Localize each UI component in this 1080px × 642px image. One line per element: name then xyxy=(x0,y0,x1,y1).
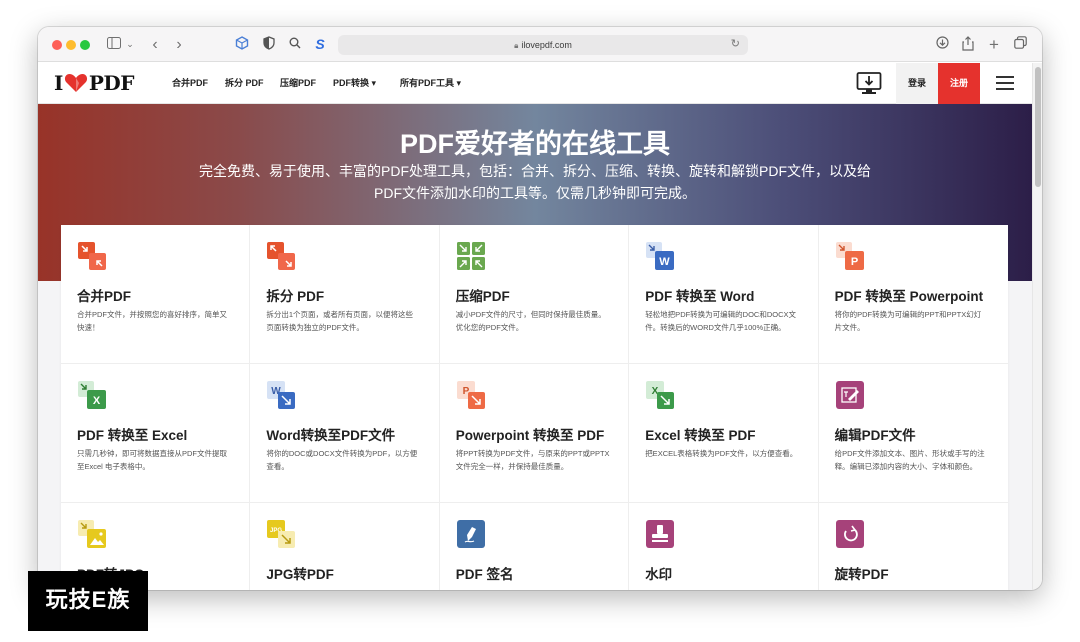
tool-card[interactable]: X Excel 转换至 PDF 把EXCEL表格转换为PDF文件，以方便查看。 xyxy=(629,364,819,503)
tool-description: 将你的DOC或DOCX文件转换为PDF，以方便查看。 xyxy=(266,449,418,471)
nav-merge-pdf[interactable]: 合并PDF xyxy=(172,63,208,104)
nav-split-pdf[interactable]: 拆分 PDF xyxy=(225,63,264,104)
tool-description: 把EXCEL表格转换为PDF文件，以方便查看。 xyxy=(645,449,798,458)
powerpoint-to-pdf-icon: P xyxy=(456,380,486,410)
tool-card[interactable]: 合并PDF 合并PDF文件，并按照您的喜好排序，简单又快速！ xyxy=(61,225,251,364)
menu-icon[interactable] xyxy=(996,76,1014,90)
word-to-pdf-icon: W xyxy=(266,380,296,410)
heart-icon xyxy=(64,74,87,92)
tool-card[interactable]: X PDF 转换至 Excel 只需几秒钟，即可将数据直接从PDF文件提取至Exce… xyxy=(61,364,251,503)
minimize-window-button[interactable] xyxy=(66,40,76,50)
excel-to-pdf-icon: X xyxy=(645,380,675,410)
share-icon[interactable] xyxy=(960,36,976,53)
nav-all-tools[interactable]: 所有PDF工具 ▾ xyxy=(400,63,461,104)
nav-compress-pdf[interactable]: 压缩PDF xyxy=(280,63,316,104)
tool-title: JPG转PDF xyxy=(266,567,334,582)
split-icon xyxy=(266,241,296,271)
chevron-down-icon[interactable]: ⌄ xyxy=(125,36,135,53)
merge-icon xyxy=(77,241,107,271)
tool-card[interactable]: P Powerpoint 转换至 PDF 将PPT转换为PDF文件，与原来的PPT或… xyxy=(439,364,630,503)
svg-text:P: P xyxy=(850,256,857,268)
tool-description: 轻松地把PDF转换为可编辑的DOC和DOCX文件。转换后的WORD文件几乎100… xyxy=(645,310,797,332)
tool-title: Powerpoint 转换至 PDF xyxy=(455,428,605,443)
nav-convert-pdf[interactable]: PDF转换 ▾ xyxy=(333,63,376,104)
address-bar[interactable]: 🔒︎ ilovepdf.com ↻ xyxy=(338,35,748,55)
browser-window: ⌄ ‹ › S 🔒︎ ilovepdf.com ↻ + I PDF 合并PDF … xyxy=(38,27,1042,590)
pdf-to-excel-icon: X xyxy=(77,380,107,410)
download-icon[interactable] xyxy=(934,36,950,53)
search-icon[interactable] xyxy=(287,36,303,53)
caret-down-icon: ▾ xyxy=(456,78,462,88)
pdf-to-powerpoint-icon: P xyxy=(835,241,865,271)
tool-card[interactable]: JPG JPG转PDF xyxy=(250,503,440,590)
close-window-button[interactable] xyxy=(52,40,62,50)
signup-button[interactable]: 注册 xyxy=(938,63,980,104)
url-text: ilovepdf.com xyxy=(521,40,572,50)
tool-card[interactable]: P PDF 转换至 Powerpoint 将你的PDF转换为可编辑的PPT和PPTX… xyxy=(818,225,1008,364)
extension-icon[interactable] xyxy=(234,36,250,53)
hero-title: PDF爱好者的在线工具 xyxy=(400,129,670,159)
watermark-icon xyxy=(645,519,675,549)
pdf-to-word-icon: W xyxy=(645,241,675,271)
tool-title: 编辑PDF文件 xyxy=(834,428,916,443)
watermark-logo: 玩技E族 xyxy=(28,571,148,631)
browser-toolbar: ⌄ ‹ › S 🔒︎ ilovepdf.com ↻ + xyxy=(38,27,1042,62)
tool-description: 将PPT转换为PDF文件，与原来的PPT或PPTX文件完全一样，并保持最佳质量。 xyxy=(455,449,610,471)
tool-title: 拆分 PDF xyxy=(266,289,325,304)
tool-card[interactable]: W Word转换至PDF文件将你的DOC或DOCX文件转换为PDF，以方便查看。 xyxy=(250,364,440,503)
tool-description: 拆分出1个页面，或者所有页面，以便将这些页面转换为独立的PDF文件。 xyxy=(266,310,414,332)
tool-description: 将你的PDF转换为可编辑的PPT和PPTX幻灯片文件。 xyxy=(834,310,982,332)
tool-description: 只需几秒钟，即可将数据直接从PDF文件提取至Excel 电子表格中。 xyxy=(77,449,227,471)
tool-description: 减小PDF文件的尺寸，但同时保持最佳质量。优化您的PDF文件。 xyxy=(455,310,606,332)
tool-title: Excel 转换至 PDF xyxy=(645,428,756,443)
site-header: I PDF 合并PDF 拆分 PDF 压缩PDF PDF转换 ▾ 所有PDF工具… xyxy=(38,63,1032,104)
tool-description: 给PDF文件添加文本、图片、形状或手写的注释。编辑已添加内容的大小、字体和颜色。 xyxy=(834,449,985,471)
sidebar-icon[interactable] xyxy=(106,36,122,53)
sign-pdf-icon xyxy=(456,519,486,549)
caret-down-icon: ▾ xyxy=(371,78,377,88)
hero-subtitle: 完全免费、易于使用、丰富的PDF处理工具，包括：合并、拆分、压缩、转换、旋转和解… xyxy=(199,163,871,201)
page-scrollbar[interactable] xyxy=(1032,63,1042,590)
tool-title: Word转换至PDF文件 xyxy=(266,428,396,443)
tool-title: 压缩PDF xyxy=(455,289,510,304)
tool-title: PDF 转换至 Powerpoint xyxy=(834,289,984,304)
tools-grid: 合并PDF 合并PDF文件，并按照您的喜好排序，简单又快速！ 拆分 PDF 拆分出1个… xyxy=(61,225,1008,590)
zoom-window-button[interactable] xyxy=(80,40,90,50)
tool-description: 合并PDF文件，并按照您的喜好排序，简单又快速！ xyxy=(77,310,227,332)
pdf-to-jpg-icon xyxy=(77,519,107,549)
desktop-app-icon[interactable] xyxy=(856,71,882,97)
tool-title: 合并PDF xyxy=(77,289,131,304)
tool-card[interactable]: 旋转PDF xyxy=(819,503,1008,590)
tabs-icon[interactable] xyxy=(1012,36,1028,53)
svg-text:W: W xyxy=(659,256,670,268)
svg-text:X: X xyxy=(93,395,101,407)
extension-s-icon[interactable]: S xyxy=(312,36,328,53)
tool-card[interactable]: 拆分 PDF 拆分出1个页面，或者所有页面，以便将这些页面转换为独立的PDF文件。 xyxy=(250,225,440,364)
edit-pdf-icon xyxy=(835,380,865,410)
tool-title: 旋转PDF xyxy=(834,567,889,582)
jpg-to-pdf-icon: JPG xyxy=(266,519,296,549)
reload-icon[interactable]: ↻ xyxy=(731,37,740,50)
lock-icon: 🔒︎ xyxy=(514,41,519,50)
scrollbar-thumb[interactable] xyxy=(1035,67,1041,187)
new-tab-icon[interactable]: + xyxy=(986,36,1002,53)
shield-icon[interactable] xyxy=(261,36,277,53)
login-button[interactable]: 登录 xyxy=(896,63,938,104)
ilovepdf-logo[interactable]: I PDF xyxy=(54,71,134,95)
tool-card[interactable]: 编辑PDF文件给PDF文件添加文本、图片、形状或手写的注释。编辑已添加内容的大小… xyxy=(818,364,1008,503)
back-icon[interactable]: ‹ xyxy=(148,36,162,53)
tool-card[interactable]: W PDF 转换至 Word 轻松地把PDF转换为可编辑的DOC和DOCX文件。转换… xyxy=(629,225,819,364)
tool-title: PDF 转换至 Excel xyxy=(77,428,188,443)
tool-card[interactable]: 水印 xyxy=(629,503,819,590)
tool-card[interactable]: 压缩PDF 减小PDF文件的尺寸，但同时保持最佳质量。优化您的PDF文件。 xyxy=(439,225,630,364)
tool-title: PDF 转换至 Word xyxy=(645,289,755,304)
tool-title: 水印 xyxy=(645,567,673,582)
rotate-pdf-icon xyxy=(835,519,865,549)
compress-icon xyxy=(456,241,486,271)
tool-card[interactable]: PDF 签名 xyxy=(440,503,630,590)
forward-icon[interactable]: › xyxy=(172,36,186,53)
tool-title: PDF 签名 xyxy=(455,567,514,582)
